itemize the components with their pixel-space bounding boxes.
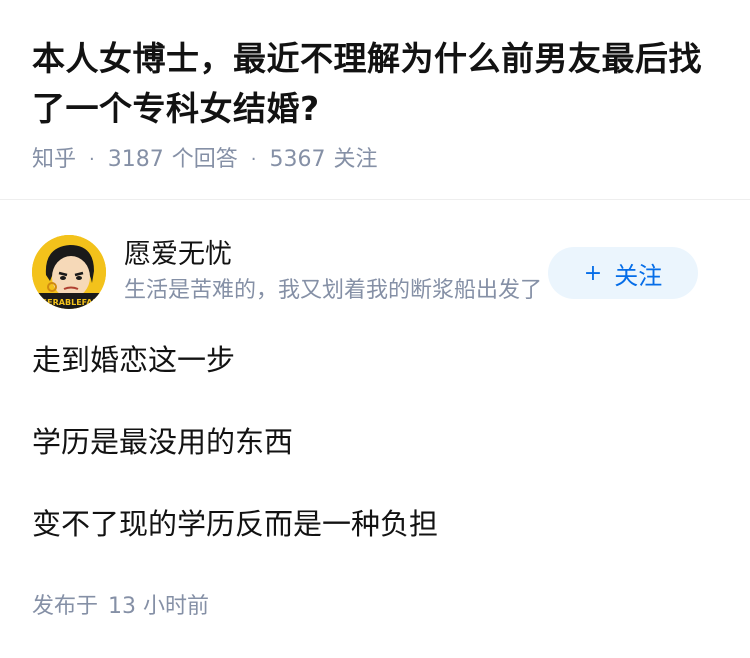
section-divider: [0, 199, 750, 200]
question-header: 本人女博士，最近不理解为什么前男友最后找了一个专科女结婚? 知乎 · 3187 …: [32, 34, 722, 175]
follower-count-label: 关注: [333, 147, 378, 172]
author-bio: 生活是苦难的，我又划着我的断浆船出发了: [124, 278, 543, 303]
cartoon-avatar-icon: MISERABLEFAITH: [32, 235, 106, 309]
avatar-banner-text: MISERABLEFAITH: [32, 298, 106, 307]
publish-time-value: 13 小时前: [108, 594, 210, 619]
answer-content[interactable]: 走到婚恋这一步 学历是最没用的东西 变不了现的学历反而是一种负担: [32, 340, 722, 586]
question-meta: 知乎 · 3187 个回答 · 5367 关注: [32, 145, 722, 175]
answer-count: 3187: [107, 147, 164, 172]
answer-count-label[interactable]: 个回答: [172, 145, 238, 175]
follower-count: 5367: [269, 147, 326, 172]
follow-button[interactable]: + 关注: [548, 247, 698, 299]
meta-separator: ·: [250, 149, 257, 170]
answer-paragraph: 学历是最没用的东西: [32, 425, 294, 459]
publish-prefix: 发布于: [32, 594, 99, 619]
answer-paragraph: 变不了现的学历反而是一种负担: [32, 507, 439, 541]
source-label[interactable]: 知乎: [32, 145, 76, 175]
answer-paragraph: 走到婚恋这一步: [32, 343, 236, 377]
author-name[interactable]: 愿爱无忧: [124, 237, 232, 273]
meta-separator: ·: [89, 149, 95, 170]
avatar[interactable]: MISERABLEFAITH: [32, 235, 106, 309]
question-title[interactable]: 本人女博士，最近不理解为什么前男友最后找了一个专科女结婚?: [32, 34, 722, 134]
follow-button-label: 关注: [614, 261, 663, 290]
publish-time: 发布于 13 小时前: [32, 592, 209, 622]
plus-icon: +: [583, 260, 603, 286]
author-info: MISERABLEFAITH 愿爱无忧 生活是苦难的，我又划着我的断浆船出发了 …: [32, 235, 698, 311]
